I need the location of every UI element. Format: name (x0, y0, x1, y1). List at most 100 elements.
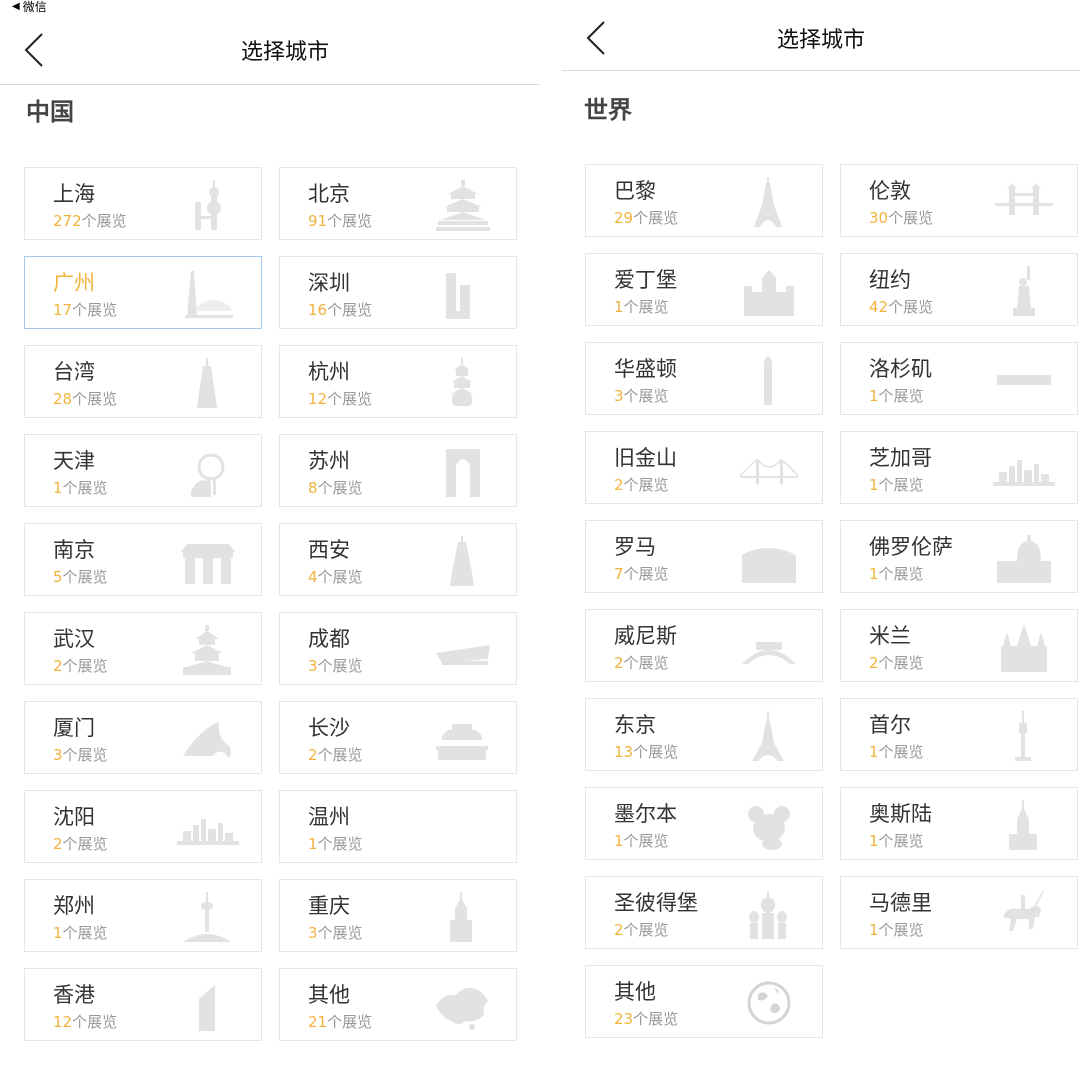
count-unit: 个展览 (633, 209, 679, 227)
milan-cathedral-icon (993, 620, 1055, 674)
count-number: 1 (869, 743, 879, 761)
rialto-bridge-icon (738, 620, 800, 674)
count-unit: 个展览 (62, 835, 108, 853)
oriental-pearl-tower-icon (177, 178, 239, 232)
count-number: 42 (869, 298, 889, 316)
exhibition-count: 30个展览 (869, 207, 933, 228)
city-card[interactable]: 温州 1个展览 (279, 790, 517, 863)
back-to-app-icon[interactable]: ◀ (12, 0, 20, 14)
city-card[interactable]: 武汉 2个展览 (24, 612, 262, 685)
count-unit: 个展览 (623, 565, 669, 583)
count-number: 1 (869, 832, 879, 850)
city-card[interactable]: 旧金山 2个展览 (585, 431, 823, 504)
city-card[interactable]: 长沙 2个展览 (279, 701, 517, 774)
city-card[interactable]: 爱丁堡 1个展览 (585, 253, 823, 326)
count-unit: 个展览 (72, 390, 118, 408)
city-card[interactable]: 首尔 1个展览 (840, 698, 1078, 771)
count-number: 13 (614, 743, 634, 761)
city-card[interactable]: 东京 13个展览 (585, 698, 823, 771)
golden-gate-bridge-icon (738, 442, 800, 496)
exhibition-count: 3个展览 (614, 385, 669, 406)
count-number: 2 (869, 654, 879, 672)
city-card[interactable]: 其他 21个展览 (279, 968, 517, 1041)
colosseum-icon (738, 531, 800, 585)
exhibition-count: 29个展览 (614, 207, 678, 228)
city-card[interactable]: 苏州 8个展览 (279, 434, 517, 507)
city-card[interactable]: 巴黎 29个展览 (585, 164, 823, 237)
city-name: 长沙 (308, 716, 350, 740)
gate-building-icon (177, 534, 239, 588)
count-number: 1 (869, 387, 879, 405)
city-card[interactable]: 罗马 7个展览 (585, 520, 823, 593)
count-unit: 个展览 (81, 212, 127, 230)
city-card[interactable]: 厦门 3个展览 (24, 701, 262, 774)
canton-tower-icon (177, 267, 239, 321)
count-unit: 个展览 (878, 476, 924, 494)
city-card[interactable]: 华盛顿 3个展览 (585, 342, 823, 415)
city-card[interactable]: 上海 272个展览 (24, 167, 262, 240)
city-card[interactable]: 米兰 2个展览 (840, 609, 1078, 682)
count-unit: 个展览 (62, 568, 108, 586)
exhibition-count: 5个展览 (53, 566, 108, 587)
city-card[interactable]: 西安 4个展览 (279, 523, 517, 596)
city-card[interactable]: 北京 91个展览 (279, 167, 517, 240)
city-card[interactable]: 佛罗伦萨 1个展览 (840, 520, 1078, 593)
city-card[interactable]: 纽约 42个展览 (840, 253, 1078, 326)
skyscraper-icon (432, 267, 494, 321)
city-card[interactable]: 沈阳 2个展览 (24, 790, 262, 863)
city-card[interactable]: 成都 3个展览 (279, 612, 517, 685)
city-name: 墨尔本 (614, 802, 677, 826)
city-name: 巴黎 (614, 179, 656, 203)
city-name: 郑州 (53, 894, 95, 918)
city-card[interactable]: 天津 1个展览 (24, 434, 262, 507)
city-name: 深圳 (308, 271, 350, 295)
exhibition-count: 2个展览 (614, 919, 669, 940)
statue-of-liberty-icon (993, 264, 1055, 318)
count-number: 4 (308, 568, 318, 586)
region-title-china: 中国 (26, 98, 74, 126)
city-card[interactable]: 威尼斯 2个展览 (585, 609, 823, 682)
exhibition-count: 2个展览 (614, 474, 669, 495)
city-card[interactable]: 伦敦 30个展览 (840, 164, 1078, 237)
city-card[interactable]: 台湾 28个展览 (24, 345, 262, 418)
city-name: 圣彼得堡 (614, 891, 698, 915)
count-unit: 个展览 (633, 743, 679, 761)
pagoda-icon (432, 356, 494, 410)
skyline-icon (177, 801, 239, 855)
city-card[interactable]: 芝加哥 1个展览 (840, 431, 1078, 504)
city-card[interactable]: 南京 5个展览 (24, 523, 262, 596)
city-card[interactable]: 深圳 16个展览 (279, 256, 517, 329)
city-card[interactable]: 马德里 1个展览 (840, 876, 1078, 949)
exhibition-count: 2个展览 (53, 833, 108, 854)
taipei-101-icon (177, 356, 239, 410)
city-card[interactable]: 郑州 1个展览 (24, 879, 262, 952)
city-name: 其他 (308, 983, 350, 1007)
city-card[interactable]: 香港 12个展览 (24, 968, 262, 1041)
city-name: 纽约 (869, 268, 911, 292)
count-number: 1 (869, 565, 879, 583)
city-card[interactable]: 重庆 3个展览 (279, 879, 517, 952)
city-card[interactable]: 墨尔本 1个展览 (585, 787, 823, 860)
count-unit: 个展览 (317, 835, 363, 853)
city-card[interactable]: 洛杉矶 1个展览 (840, 342, 1078, 415)
city-card[interactable]: 其他 23个展览 (585, 965, 823, 1038)
city-card[interactable]: 圣彼得堡 2个展览 (585, 876, 823, 949)
exhibition-count: 17个展览 (53, 299, 117, 320)
exhibition-count: 2个展览 (308, 744, 363, 765)
count-unit: 个展览 (327, 390, 373, 408)
city-name: 台湾 (53, 360, 95, 384)
city-card[interactable]: 杭州 12个展览 (279, 345, 517, 418)
city-name: 广州 (53, 271, 95, 295)
hollywood-sign-icon (993, 353, 1055, 407)
count-number: 1 (614, 832, 624, 850)
chapel-icon (993, 798, 1055, 852)
count-unit: 个展览 (317, 924, 363, 942)
count-unit: 个展览 (888, 298, 934, 316)
tower-bridge-icon (993, 175, 1055, 229)
count-unit: 个展览 (623, 387, 669, 405)
exhibition-count: 2个展览 (614, 652, 669, 673)
city-card[interactable]: 奥斯陆 1个展览 (840, 787, 1078, 860)
count-number: 1 (614, 298, 624, 316)
page-title: 选择城市 (240, 40, 329, 65)
city-card[interactable]: 广州 17个展览 (24, 256, 262, 329)
